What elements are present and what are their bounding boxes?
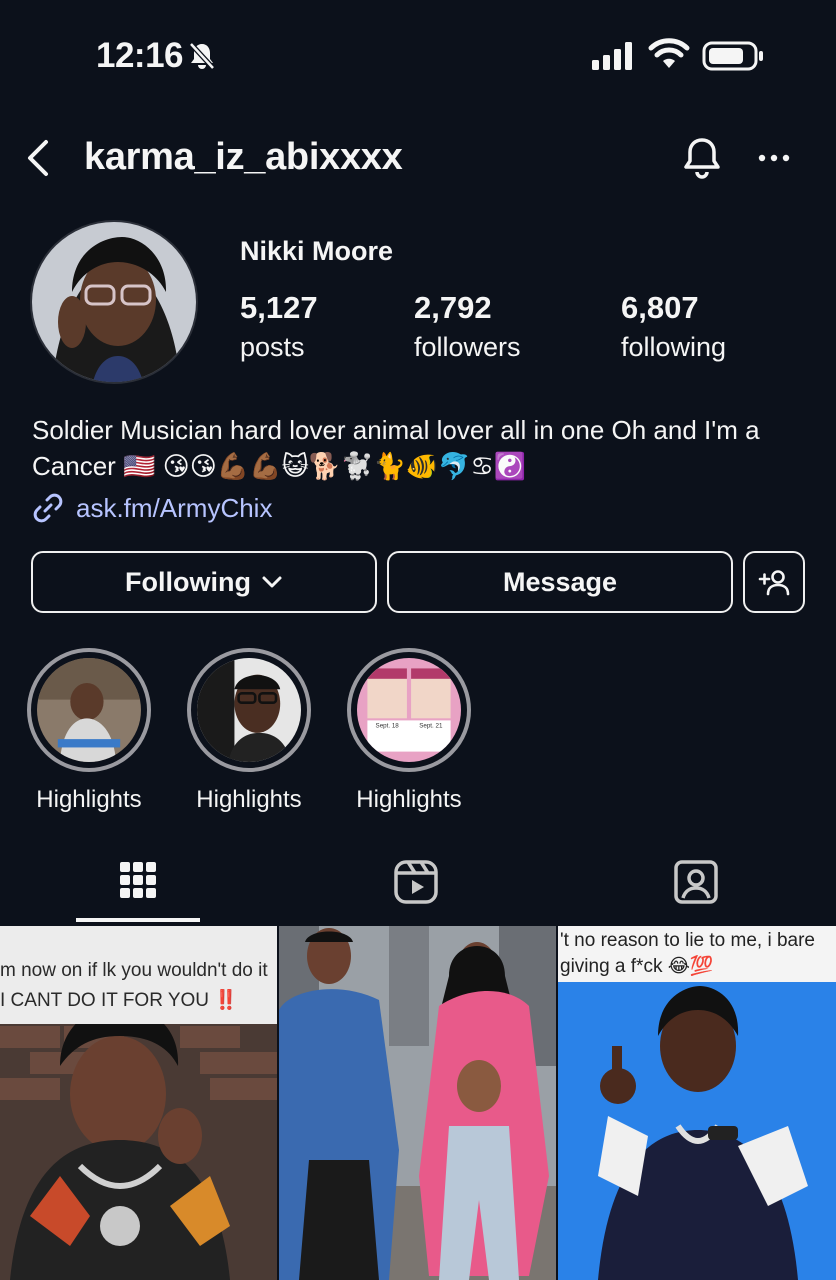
- stat-label: posts: [240, 332, 305, 362]
- chevron-down-icon: [262, 576, 282, 588]
- stat-value: 2,792: [414, 290, 492, 325]
- message-label: Message: [502, 566, 618, 597]
- profile-username: karma_iz_abixxxx: [84, 136, 403, 178]
- grid-tab-icon[interactable]: [114, 856, 162, 908]
- post-thumbnail[interactable]: m now on if lk you wouldn't do it I CANT…: [0, 926, 277, 1280]
- stat-label: followers: [414, 332, 521, 362]
- highlight-item[interactable]: Highlights: [187, 648, 311, 814]
- stat-value: 5,127: [240, 290, 318, 325]
- stat-label: following: [621, 332, 727, 362]
- display-name: Nikki Moore: [240, 236, 394, 266]
- profile-bio: Soldier Musician hard lover animal lover…: [32, 415, 760, 481]
- link-text[interactable]: ask.fm/ArmyChix: [76, 493, 272, 524]
- stat-followers[interactable]: 2,792 followers: [414, 290, 521, 363]
- highlight-ring: [27, 648, 151, 772]
- post-caption-line: giving a f*ck 😂💯: [560, 956, 714, 977]
- post-caption-line: I CANT DO IT FOR YOU ‼️: [0, 990, 238, 1011]
- post-caption-line: 't no reason to lie to me, i bare: [560, 930, 815, 951]
- tagged-tab-icon[interactable]: [672, 856, 720, 908]
- following-button[interactable]: Following: [31, 551, 377, 613]
- highlight-label: Highlights: [356, 786, 462, 813]
- bell-off-icon: [189, 42, 215, 70]
- link-icon: [33, 493, 63, 523]
- notification-bell-icon[interactable]: [680, 134, 724, 182]
- post-caption-overlay: m now on if lk you wouldn't do it I CANT…: [0, 926, 277, 1024]
- wifi-icon: [648, 38, 690, 68]
- profile-link[interactable]: ask.fm/ArmyChix: [32, 492, 272, 524]
- profile-avatar[interactable]: [30, 220, 198, 384]
- battery-icon: [702, 41, 763, 71]
- highlight-cover-image: [197, 658, 301, 762]
- stat-value: 6,807: [621, 290, 699, 325]
- active-tab-indicator: [76, 918, 200, 922]
- post-thumbnail[interactable]: 't no reason to lie to me, i bare giving…: [558, 926, 836, 1280]
- highlight-ring: [187, 648, 311, 772]
- add-person-icon: [758, 570, 790, 596]
- suggest-people-button[interactable]: [743, 551, 805, 613]
- following-label: Following: [125, 566, 251, 597]
- post-thumbnail[interactable]: [279, 926, 556, 1280]
- stat-following[interactable]: 6,807 following: [621, 290, 726, 363]
- highlight3-date-right: Sept. 21: [419, 723, 443, 730]
- post-caption-overlay: 't no reason to lie to me, i bare giving…: [558, 926, 836, 982]
- highlight-cover-image: Sept. 18 Sept. 21: [357, 658, 461, 762]
- highlight-label: Highlights: [196, 786, 302, 813]
- more-options-icon[interactable]: [756, 146, 792, 170]
- post-caption-line: m now on if lk you wouldn't do it: [0, 960, 268, 981]
- back-chevron-icon[interactable]: [22, 138, 54, 178]
- reels-tab-icon[interactable]: [392, 856, 440, 908]
- highlight-label: Highlights: [36, 786, 142, 813]
- highlight-cover-image: [37, 658, 141, 762]
- stat-posts[interactable]: 5,127 posts: [240, 290, 318, 363]
- message-button[interactable]: Message: [387, 551, 733, 613]
- post-image: [279, 926, 556, 1280]
- cellular-signal-icon: [592, 42, 632, 70]
- highlight3-date-left: Sept. 18: [376, 723, 400, 730]
- highlight-ring: Sept. 18 Sept. 21: [347, 648, 471, 772]
- highlight-item[interactable]: Highlights: [27, 648, 151, 814]
- status-time: 12:16: [96, 36, 184, 75]
- highlight-item[interactable]: Sept. 18 Sept. 21 Highlights: [347, 648, 471, 814]
- avatar-portrait-image: [32, 222, 196, 382]
